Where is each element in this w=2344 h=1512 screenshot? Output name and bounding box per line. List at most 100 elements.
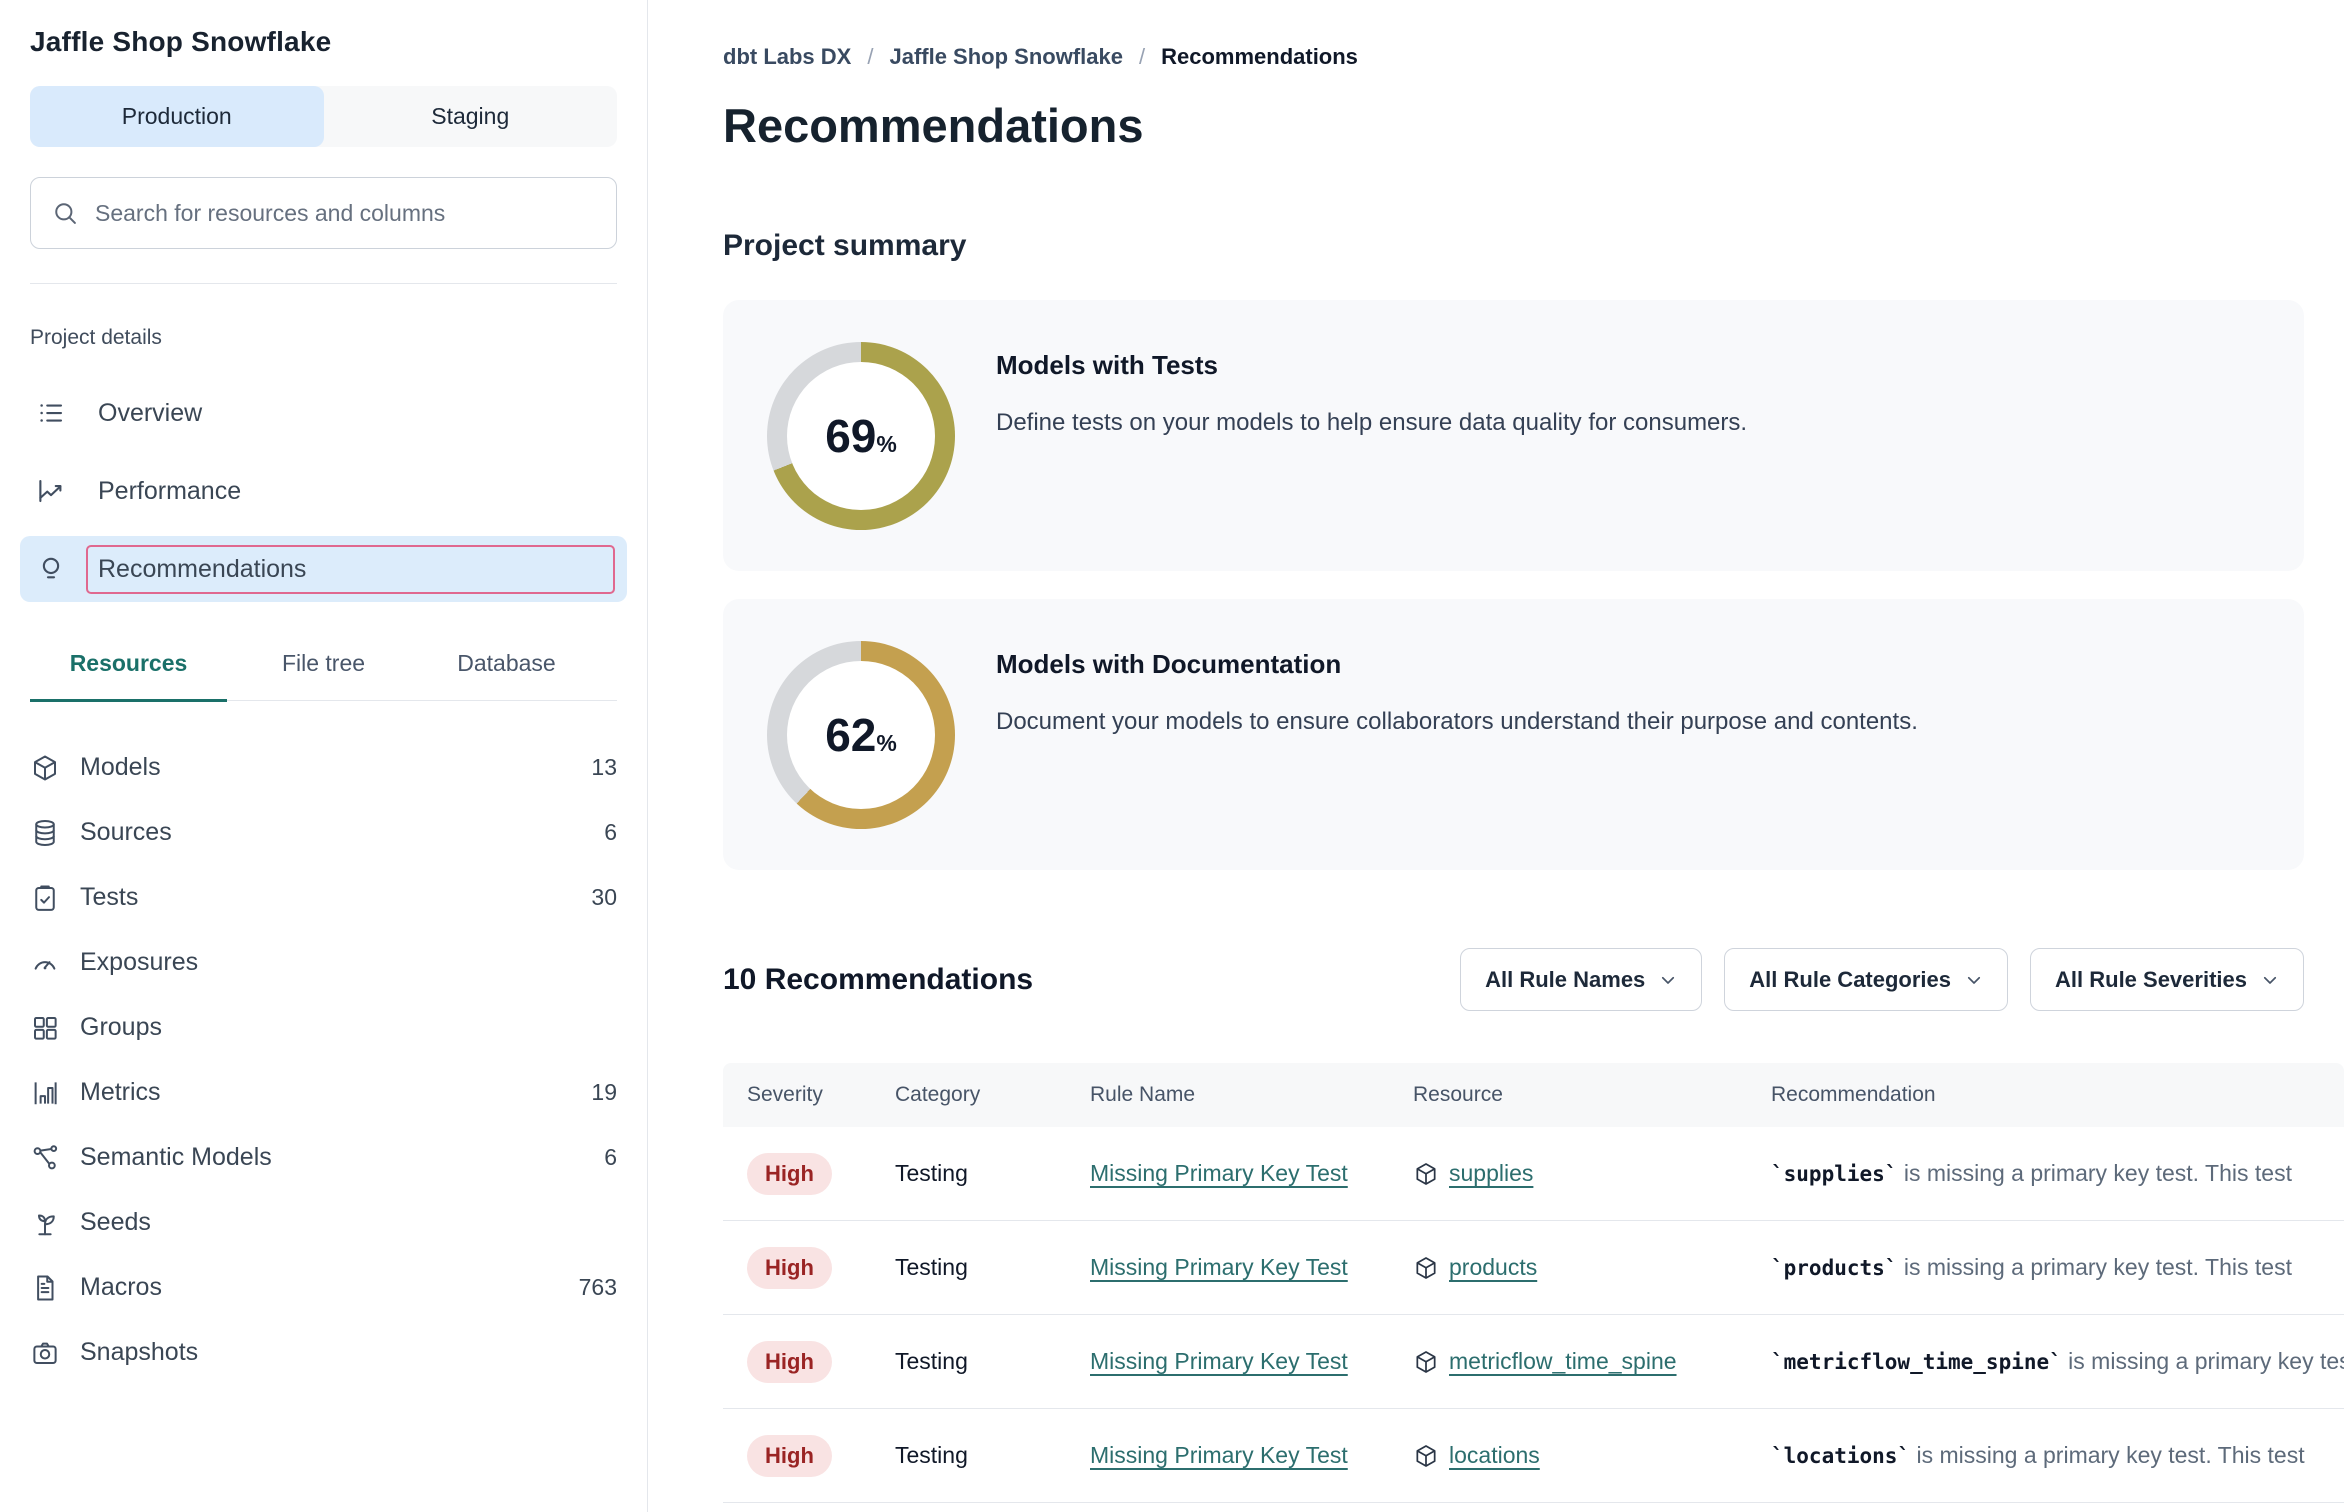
sidebar-item-semantic-models[interactable]: Semantic Models 6	[30, 1125, 617, 1190]
filter-label: All Rule Severities	[2055, 967, 2247, 993]
docs-coverage-value: 62 %	[825, 708, 897, 762]
breadcrumb-separator: /	[1139, 44, 1145, 70]
sidebar-item-overview[interactable]: Overview	[20, 380, 627, 446]
sidebar-item-recommendations[interactable]: Recommendations	[20, 536, 627, 602]
tab-file-tree[interactable]: File tree	[227, 650, 420, 700]
sidebar-item-label: Overview	[86, 389, 615, 438]
sidebar-item-groups[interactable]: Groups	[30, 995, 617, 1060]
models-with-tests-card: 69 % Models with Tests Define tests on y…	[723, 300, 2304, 571]
resource-link[interactable]: locations	[1449, 1442, 1540, 1469]
severity-badge: High	[747, 1341, 832, 1383]
tests-coverage-donut: 69 %	[767, 342, 955, 530]
card-title: Models with Documentation	[996, 649, 1918, 680]
breadcrumb-current: Recommendations	[1161, 44, 1358, 70]
resource-tabs: Resources File tree Database	[30, 650, 617, 701]
rule-name-link[interactable]: Missing Primary Key Test	[1090, 1254, 1348, 1280]
recommendations-header: 10 Recommendations All Rule Names All Ru…	[723, 948, 2304, 1011]
breadcrumb-separator: /	[867, 44, 873, 70]
gauge-icon	[30, 948, 60, 978]
sidebar-item-metrics[interactable]: Metrics 19	[30, 1060, 617, 1125]
table-row: High Testing Missing Primary Key Test pr…	[723, 1221, 2344, 1315]
breadcrumb-project[interactable]: Jaffle Shop Snowflake	[889, 44, 1123, 70]
resource-count: 763	[579, 1274, 617, 1301]
rule-name-link[interactable]: Missing Primary Key Test	[1090, 1160, 1348, 1186]
column-header-resource: Resource	[1413, 1083, 1771, 1107]
category-cell: Testing	[895, 1254, 1090, 1281]
sidebar-item-macros[interactable]: Macros 763	[30, 1255, 617, 1320]
search-box[interactable]	[30, 177, 617, 249]
sidebar-item-snapshots[interactable]: Snapshots	[30, 1320, 617, 1385]
resource-label: Models	[80, 753, 591, 782]
rule-severities-filter[interactable]: All Rule Severities	[2030, 948, 2304, 1011]
resource-count: 13	[591, 754, 617, 781]
resource-code: `supplies`	[1771, 1162, 1897, 1186]
column-header-severity: Severity	[723, 1083, 895, 1107]
recommendation-cell: `locations` is missing a primary key tes…	[1771, 1442, 2344, 1469]
main-content: dbt Labs DX / Jaffle Shop Snowflake / Re…	[648, 0, 2344, 1512]
table-row: High Testing Missing Primary Key Test me…	[723, 1315, 2344, 1409]
breadcrumb: dbt Labs DX / Jaffle Shop Snowflake / Re…	[723, 44, 2344, 70]
recommendation-cell: `metricflow_time_spine` is missing a pri…	[1771, 1348, 2344, 1375]
page-title: Recommendations	[723, 98, 2344, 153]
sidebar-divider	[30, 283, 617, 284]
tests-coverage-value: 69 %	[825, 409, 897, 463]
recommendations-count-heading: 10 Recommendations	[723, 963, 1033, 997]
resource-label: Sources	[80, 818, 604, 847]
clipboard-check-icon	[30, 883, 60, 913]
rule-name-link[interactable]: Missing Primary Key Test	[1090, 1348, 1348, 1374]
resource-link[interactable]: metricflow_time_spine	[1449, 1348, 1677, 1375]
database-icon	[30, 818, 60, 848]
resource-label: Seeds	[80, 1208, 617, 1237]
resource-code: `metricflow_time_spine`	[1771, 1350, 2062, 1374]
resource-count: 6	[604, 1144, 617, 1171]
resource-link[interactable]: supplies	[1449, 1160, 1533, 1187]
severity-badge: High	[747, 1435, 832, 1477]
resource-label: Snapshots	[80, 1338, 617, 1367]
recommendation-text: is missing a primary key test. This test	[1910, 1442, 2305, 1468]
sidebar-item-tests[interactable]: Tests 30	[30, 865, 617, 930]
resource-label: Groups	[80, 1013, 617, 1042]
category-cell: Testing	[895, 1160, 1090, 1187]
sidebar-item-seeds[interactable]: Seeds	[30, 1190, 617, 1255]
table-header-row: Severity Category Rule Name Resource Rec…	[723, 1063, 2344, 1127]
sidebar-item-performance[interactable]: Performance	[20, 458, 627, 524]
resource-label: Tests	[80, 883, 591, 912]
card-description: Define tests on your models to help ensu…	[996, 409, 1747, 437]
tab-staging[interactable]: Staging	[324, 86, 618, 147]
resource-count: 6	[604, 819, 617, 846]
recommendation-text: is missing a primary key test. This test	[1897, 1254, 2292, 1280]
category-cell: Testing	[895, 1442, 1090, 1469]
chevron-down-icon	[2261, 971, 2279, 989]
rule-names-filter[interactable]: All Rule Names	[1460, 948, 1702, 1011]
search-icon	[51, 199, 79, 227]
project-details-label: Project details	[30, 326, 617, 350]
chevron-down-icon	[1659, 971, 1677, 989]
cube-icon	[1413, 1443, 1439, 1469]
resource-link[interactable]: products	[1449, 1254, 1537, 1281]
grid-icon	[30, 1013, 60, 1043]
column-header-category: Category	[895, 1083, 1090, 1107]
breadcrumb-account[interactable]: dbt Labs DX	[723, 44, 851, 70]
recommendation-cell: `supplies` is missing a primary key test…	[1771, 1160, 2344, 1187]
cube-icon	[1413, 1255, 1439, 1281]
percent-unit: %	[876, 730, 896, 757]
tab-production[interactable]: Production	[30, 86, 324, 147]
recommendation-filters: All Rule Names All Rule Categories All R…	[1460, 948, 2304, 1011]
sidebar-item-models[interactable]: Models 13	[30, 735, 617, 800]
card-text: Models with Tests Define tests on your m…	[996, 350, 1747, 437]
rule-name-link[interactable]: Missing Primary Key Test	[1090, 1442, 1348, 1468]
project-title: Jaffle Shop Snowflake	[30, 26, 617, 58]
bar-chart-icon	[30, 1078, 60, 1108]
resource-list: Models 13 Sources 6 Tests 30	[30, 735, 617, 1385]
rule-categories-filter[interactable]: All Rule Categories	[1724, 948, 2008, 1011]
sidebar-item-label: Recommendations	[86, 545, 615, 594]
table-row: High Testing Missing Primary Key Test lo…	[723, 1409, 2344, 1503]
search-input[interactable]	[95, 200, 596, 227]
camera-icon	[30, 1338, 60, 1368]
cube-icon	[1413, 1161, 1439, 1187]
tab-database[interactable]: Database	[420, 650, 593, 700]
sidebar-item-sources[interactable]: Sources 6	[30, 800, 617, 865]
tab-resources[interactable]: Resources	[30, 650, 227, 702]
sidebar-item-exposures[interactable]: Exposures	[30, 930, 617, 995]
filter-label: All Rule Categories	[1749, 967, 1951, 993]
